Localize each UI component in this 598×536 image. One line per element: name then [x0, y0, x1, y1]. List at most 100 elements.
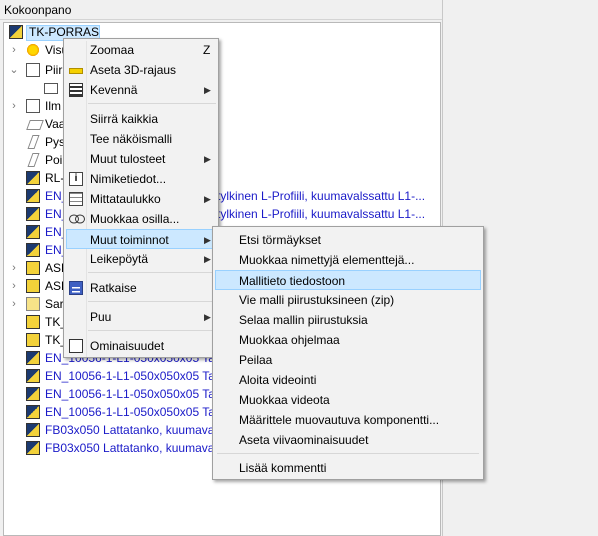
- submenu-arrow-icon: ▶: [204, 312, 211, 322]
- menu-item-label: Lisää kommentti: [239, 461, 327, 475]
- menu-item-label: Aseta 3D-rajaus: [90, 63, 177, 77]
- expand-icon[interactable]: ›: [9, 41, 19, 59]
- menu-item-start-recording[interactable]: Aloita videointi: [215, 370, 481, 390]
- menu-item-simplify[interactable]: Kevennä ▶: [66, 80, 216, 100]
- vertical-plane-icon: [27, 135, 40, 149]
- menu-item-set-line-properties[interactable]: Aseta viivaominaisuudet: [215, 430, 481, 450]
- menu-item-mirror[interactable]: Peilaa: [215, 350, 481, 370]
- drawing-sheet-icon: [44, 83, 58, 94]
- menu-item-label: Puu: [90, 310, 112, 324]
- notes-icon: [26, 99, 40, 113]
- menu-item-label: Zoomaa: [90, 43, 135, 57]
- menu-item-label: Muut toiminnot: [90, 233, 169, 247]
- menu-item-item-info[interactable]: i Nimiketiedot...: [66, 169, 216, 189]
- menu-item-label: Määrittele muovautuva komponentti...: [239, 413, 440, 427]
- menu-item-label: Kevennä: [90, 83, 138, 97]
- menu-item-label: Muokkaa ohjelmaa: [239, 333, 340, 347]
- menu-item-label: Muokkaa nimettyjä elementtejä...: [239, 253, 415, 267]
- menu-item-clipboard[interactable]: Leikepöytä ▶: [66, 249, 216, 269]
- assembly-icon: [9, 25, 23, 39]
- menu-item-label: Peilaa: [239, 353, 273, 367]
- menu-item-label: Vie malli piirustuksineen (zip): [239, 293, 395, 307]
- menu-item-model-info-to-file[interactable]: Mallitieto tiedostoon: [215, 270, 481, 290]
- tree-row-label: RL-: [45, 171, 65, 185]
- part-icon: [26, 207, 40, 221]
- tree-row-label: EN_10056-1-L1-050x050x05 Tasa: [45, 405, 228, 419]
- menu-item-label: Tee näköismalli: [90, 132, 173, 146]
- menu-item-solve[interactable]: Ratkaise: [66, 278, 216, 298]
- menu-item-tree[interactable]: Puu ▶: [66, 307, 216, 327]
- menu-item-edit-program[interactable]: Muokkaa ohjelmaa: [215, 330, 481, 350]
- menu-item-label: Leikepöytä: [90, 252, 149, 266]
- expand-icon[interactable]: ›: [9, 277, 19, 295]
- expand-icon[interactable]: ›: [9, 295, 19, 313]
- menu-item-label: Muokkaa videota: [239, 393, 330, 407]
- menu-item-define-flexible-component[interactable]: Määrittele muovautuva komponentti...: [215, 410, 481, 430]
- menu-item-edit-parts[interactable]: Muokkaa osilla...: [66, 209, 216, 229]
- menu-item-edit-video[interactable]: Muokkaa videota: [215, 390, 481, 410]
- menu-item-edit-named-elements[interactable]: Muokkaa nimettyjä elementtejä...: [215, 250, 481, 270]
- collapse-icon[interactable]: ⌄: [9, 61, 19, 79]
- menu-item-zoom[interactable]: Zoomaa Z: [66, 40, 216, 60]
- plane-icon: [27, 153, 40, 167]
- part-icon: [26, 387, 40, 401]
- menu-item-label: Siirrä kaikkia: [90, 112, 159, 126]
- menu-separator: [217, 453, 479, 454]
- tree-row-label: Piir: [45, 63, 63, 77]
- solve-icon: [69, 281, 83, 295]
- menu-item-label: Ominaisuudet: [90, 339, 165, 353]
- menu-item-other-outputs[interactable]: Muut tulosteet ▶: [66, 149, 216, 169]
- series-icon: [26, 297, 40, 311]
- part-icon: [26, 225, 40, 239]
- part-icon: [26, 351, 40, 365]
- submenu-arrow-icon: ▶: [204, 194, 211, 204]
- menu-item-label: Mallitieto tiedostoon: [239, 274, 346, 288]
- tree-row-label-suffix: tylkinen L-Profiili, kuumavalssattu L1-.…: [217, 189, 426, 203]
- tree-row-label: EN_10056-1-L1-050x050x05 Tasa: [45, 369, 228, 383]
- part-icon: [26, 405, 40, 419]
- panel-title: Kokoonpano: [4, 3, 72, 17]
- expand-icon[interactable]: ›: [9, 97, 19, 115]
- menu-item-label: Ratkaise: [90, 281, 137, 295]
- part-icon: [26, 243, 40, 257]
- properties-icon: [69, 339, 83, 353]
- menu-item-add-comment[interactable]: Lisää kommentti: [215, 458, 481, 478]
- expand-icon[interactable]: ›: [9, 259, 19, 277]
- simplify-icon: [69, 83, 83, 97]
- menu-item-make-lookalike[interactable]: Tee näköismalli: [66, 129, 216, 149]
- table-icon: [69, 192, 83, 206]
- assembly-icon: [26, 261, 40, 275]
- menu-item-label: Selaa mallin piirustuksia: [239, 313, 368, 327]
- menu-item-set-3d-clip[interactable]: Aseta 3D-rajaus: [66, 60, 216, 80]
- menu-item-browse-drawings[interactable]: Selaa mallin piirustuksia: [215, 310, 481, 330]
- submenu-arrow-icon: ▶: [204, 154, 211, 164]
- part-icon: [26, 333, 40, 347]
- part-icon: [26, 189, 40, 203]
- clip-box-icon: [69, 68, 83, 74]
- zoom-icon: [69, 43, 83, 57]
- menu-item-dimension-table[interactable]: Mittataulukko ▶: [66, 189, 216, 209]
- menu-item-move-all[interactable]: Siirrä kaikkia: [66, 109, 216, 129]
- menu-item-label: Aloita videointi: [239, 373, 317, 387]
- menu-item-label: Aseta viivaominaisuudet: [239, 433, 369, 447]
- part-icon: [26, 423, 40, 437]
- menu-item-find-collisions[interactable]: Etsi törmäykset: [215, 230, 481, 250]
- tree-row-label: FB03x050 Lattatanko, kuumaval: [45, 441, 218, 455]
- tree-row-label: EN_10056-1-L1-050x050x05 Tasa: [45, 387, 228, 401]
- menu-item-properties[interactable]: Ominaisuudet: [66, 336, 216, 356]
- menu-separator: [88, 272, 216, 273]
- tree-row-label: FB03x050 Lattatanko, kuumaval: [45, 423, 218, 437]
- tree-row-label-suffix: tylkinen L-Profiili, kuumavalssattu L1-.…: [217, 207, 426, 221]
- menu-item-label: Muut tulosteet: [90, 152, 166, 166]
- menu-item-export-model-zip[interactable]: Vie malli piirustuksineen (zip): [215, 290, 481, 310]
- assembly-icon: [26, 171, 40, 185]
- menu-item-label: Mittataulukko: [90, 192, 161, 206]
- submenu-arrow-icon: ▶: [204, 85, 211, 95]
- context-menu: Zoomaa Z Aseta 3D-rajaus Kevennä ▶ Siirr…: [63, 38, 219, 358]
- part-icon: [26, 369, 40, 383]
- menu-item-other-functions[interactable]: Muut toiminnot ▶: [66, 229, 216, 249]
- visualization-icon: [26, 43, 40, 57]
- part-icon: [26, 315, 40, 329]
- edit-parts-icon: [69, 212, 85, 226]
- menu-item-shortcut: Z: [203, 43, 211, 57]
